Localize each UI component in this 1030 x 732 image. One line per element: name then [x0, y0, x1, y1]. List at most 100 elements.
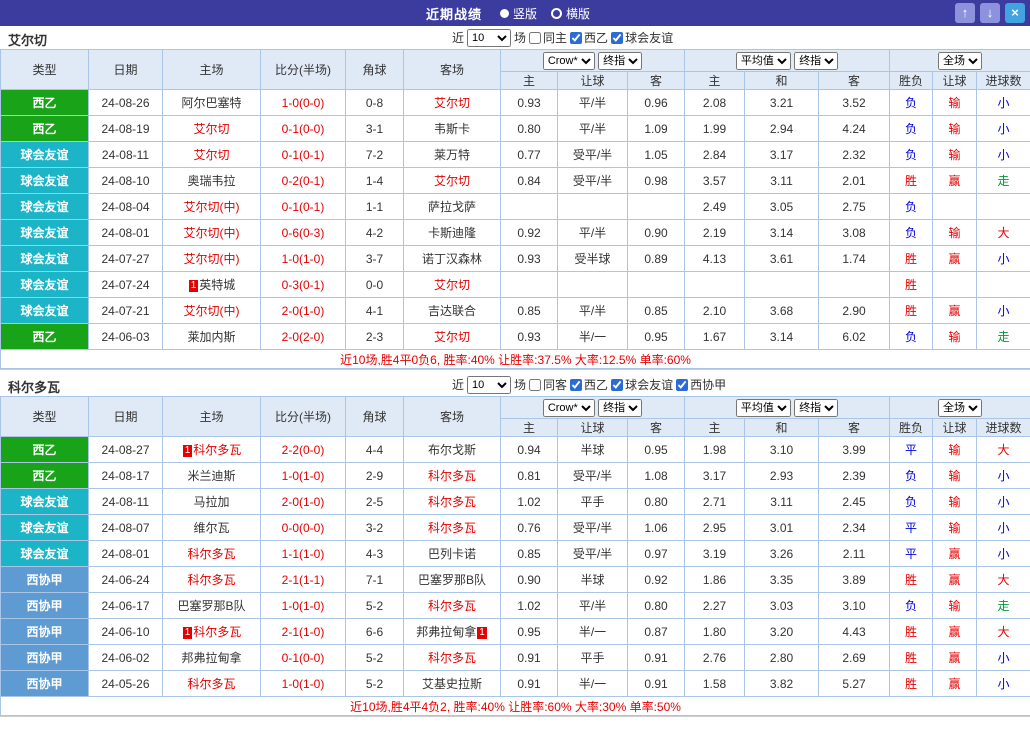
away-team-cell: 吉达联合 — [404, 298, 501, 324]
handicap-stage-select[interactable]: 终指 — [598, 52, 642, 70]
radio-horizontal[interactable]: 横版 — [551, 5, 590, 22]
col-corner: 角球 — [346, 50, 404, 90]
filter-option-2[interactable]: 球会友谊 — [611, 29, 673, 46]
match-count-select[interactable]: 10 — [467, 29, 511, 47]
match-count-select[interactable]: 10 — [467, 376, 511, 394]
avg-draw-odds: 3.14 — [745, 220, 819, 246]
rank-badge: 1 — [183, 445, 193, 457]
team-name: 艾尔切(中) — [184, 252, 240, 266]
col-goals: 进球数 — [977, 72, 1030, 90]
radio-vertical[interactable]: 竖版 — [500, 5, 537, 22]
filter-checkbox-2[interactable] — [611, 379, 623, 391]
handicap-line: 受平/半 — [558, 142, 628, 168]
match-date: 24-08-01 — [89, 220, 163, 246]
filter-option-3[interactable]: 西协甲 — [676, 376, 726, 393]
handicap-away-odds: 0.91 — [628, 671, 685, 697]
match-row: 西协甲24-06-17巴塞罗那B队1-0(1-0)5-2科尔多瓦1.02平/半0… — [1, 593, 1030, 619]
col-handicap-result: 让球 — [933, 419, 977, 437]
matches-table: 类型 日期 主场 比分(半场) 角球 客场 Crow* 终指 平均值 终指 全场 — [0, 49, 1030, 369]
result-goals: 小 — [977, 142, 1030, 168]
filter-checkbox-0[interactable] — [529, 379, 541, 391]
avg-stage-select[interactable]: 终指 — [794, 399, 838, 417]
handicap-away-odds: 0.80 — [628, 593, 685, 619]
avg-home-odds: 2.84 — [685, 142, 745, 168]
filter-checkbox-3[interactable] — [676, 379, 688, 391]
league-badge: 球会友谊 — [1, 489, 89, 515]
match-score: 1-0(1-0) — [261, 593, 346, 619]
avg-draw-odds: 3.05 — [745, 194, 819, 220]
match-score: 0-3(0-1) — [261, 272, 346, 298]
league-badge: 球会友谊 — [1, 515, 89, 541]
filter-option-0[interactable]: 同主 — [529, 29, 567, 46]
match-date: 24-06-24 — [89, 567, 163, 593]
result-winloss: 负 — [890, 593, 933, 619]
filter-checkbox-1[interactable] — [570, 32, 582, 44]
window-controls: ↑ ↓ × — [955, 3, 1025, 23]
avg-stage-select[interactable]: 终指 — [794, 52, 838, 70]
result-winloss: 胜 — [890, 645, 933, 671]
scroll-down-button[interactable]: ↓ — [980, 3, 1000, 23]
scope-select[interactable]: 全场 — [938, 52, 982, 70]
avg-away-odds: 3.08 — [819, 220, 890, 246]
col-avg-draw: 和 — [745, 72, 819, 90]
filter-option-1[interactable]: 西乙 — [570, 376, 608, 393]
league-badge: 球会友谊 — [1, 168, 89, 194]
avg-home-odds: 3.19 — [685, 541, 745, 567]
result-handicap: 输 — [933, 593, 977, 619]
handicap-home-odds: 0.93 — [501, 324, 558, 350]
team-name: 科尔多瓦 — [187, 677, 235, 691]
team-title: 科尔多瓦 — [8, 377, 60, 396]
avg-draw-odds: 3.10 — [745, 437, 819, 463]
avg-away-odds: 4.24 — [819, 116, 890, 142]
match-row: 球会友谊24-08-04艾尔切(中)0-1(0-1)1-1萨拉戈萨2.493.0… — [1, 194, 1030, 220]
handicap-away-odds: 0.85 — [628, 298, 685, 324]
home-team-cell: 莱加内斯 — [163, 324, 261, 350]
avg-select[interactable]: 平均值 — [736, 399, 791, 417]
close-button[interactable]: × — [1005, 3, 1025, 23]
col-handicap-home: 主 — [501, 419, 558, 437]
corner-score: 4-4 — [346, 437, 404, 463]
handicap-line: 受平/半 — [558, 515, 628, 541]
result-winloss: 平 — [890, 515, 933, 541]
handicap-home-odds: 0.94 — [501, 437, 558, 463]
handicap-stage-select[interactable]: 终指 — [598, 399, 642, 417]
bookmaker-select[interactable]: Crow* — [543, 52, 595, 70]
radio-vertical-label: 竖版 — [513, 5, 537, 22]
result-handicap: 输 — [933, 437, 977, 463]
handicap-away-odds: 0.97 — [628, 541, 685, 567]
handicap-line — [558, 194, 628, 220]
match-score: 0-6(0-3) — [261, 220, 346, 246]
corner-score: 2-3 — [346, 324, 404, 350]
filter-checkbox-2[interactable] — [611, 32, 623, 44]
filter-option-0[interactable]: 同客 — [529, 376, 567, 393]
title-group: 近期战绩 竖版 横版 — [426, 4, 604, 23]
result-winloss: 胜 — [890, 272, 933, 298]
scroll-up-button[interactable]: ↑ — [955, 3, 975, 23]
col-handicap-away: 客 — [628, 419, 685, 437]
avg-away-odds: 2.39 — [819, 463, 890, 489]
home-team-cell: 阿尔巴塞特 — [163, 90, 261, 116]
home-team-cell: 米兰迪斯 — [163, 463, 261, 489]
match-date: 24-08-17 — [89, 463, 163, 489]
away-team-cell: 科尔多瓦 — [404, 593, 501, 619]
match-row: 球会友谊24-07-27艾尔切(中)1-0(1-0)3-7诺丁汉森林0.93受半… — [1, 246, 1030, 272]
team-name: 萨拉戈萨 — [428, 200, 476, 214]
avg-home-odds: 4.13 — [685, 246, 745, 272]
result-handicap: 赢 — [933, 246, 977, 272]
match-date: 24-06-10 — [89, 619, 163, 645]
match-row: 球会友谊24-07-21艾尔切(中)2-0(1-0)4-1吉达联合0.85平/半… — [1, 298, 1030, 324]
handicap-home-odds: 1.02 — [501, 593, 558, 619]
home-team-cell: 艾尔切(中) — [163, 220, 261, 246]
filter-checkbox-1[interactable] — [570, 379, 582, 391]
filter-checkbox-0[interactable] — [529, 32, 541, 44]
team-name: 巴塞罗那B队 — [418, 573, 486, 587]
avg-select[interactable]: 平均值 — [736, 52, 791, 70]
bookmaker-select[interactable]: Crow* — [543, 399, 595, 417]
filter-option-1[interactable]: 西乙 — [570, 29, 608, 46]
match-score: 0-1(0-1) — [261, 142, 346, 168]
scope-select[interactable]: 全场 — [938, 399, 982, 417]
team-name: 科尔多瓦 — [428, 599, 476, 613]
filter-option-2[interactable]: 球会友谊 — [611, 376, 673, 393]
col-handicap-home: 主 — [501, 72, 558, 90]
away-team-cell: 科尔多瓦 — [404, 515, 501, 541]
